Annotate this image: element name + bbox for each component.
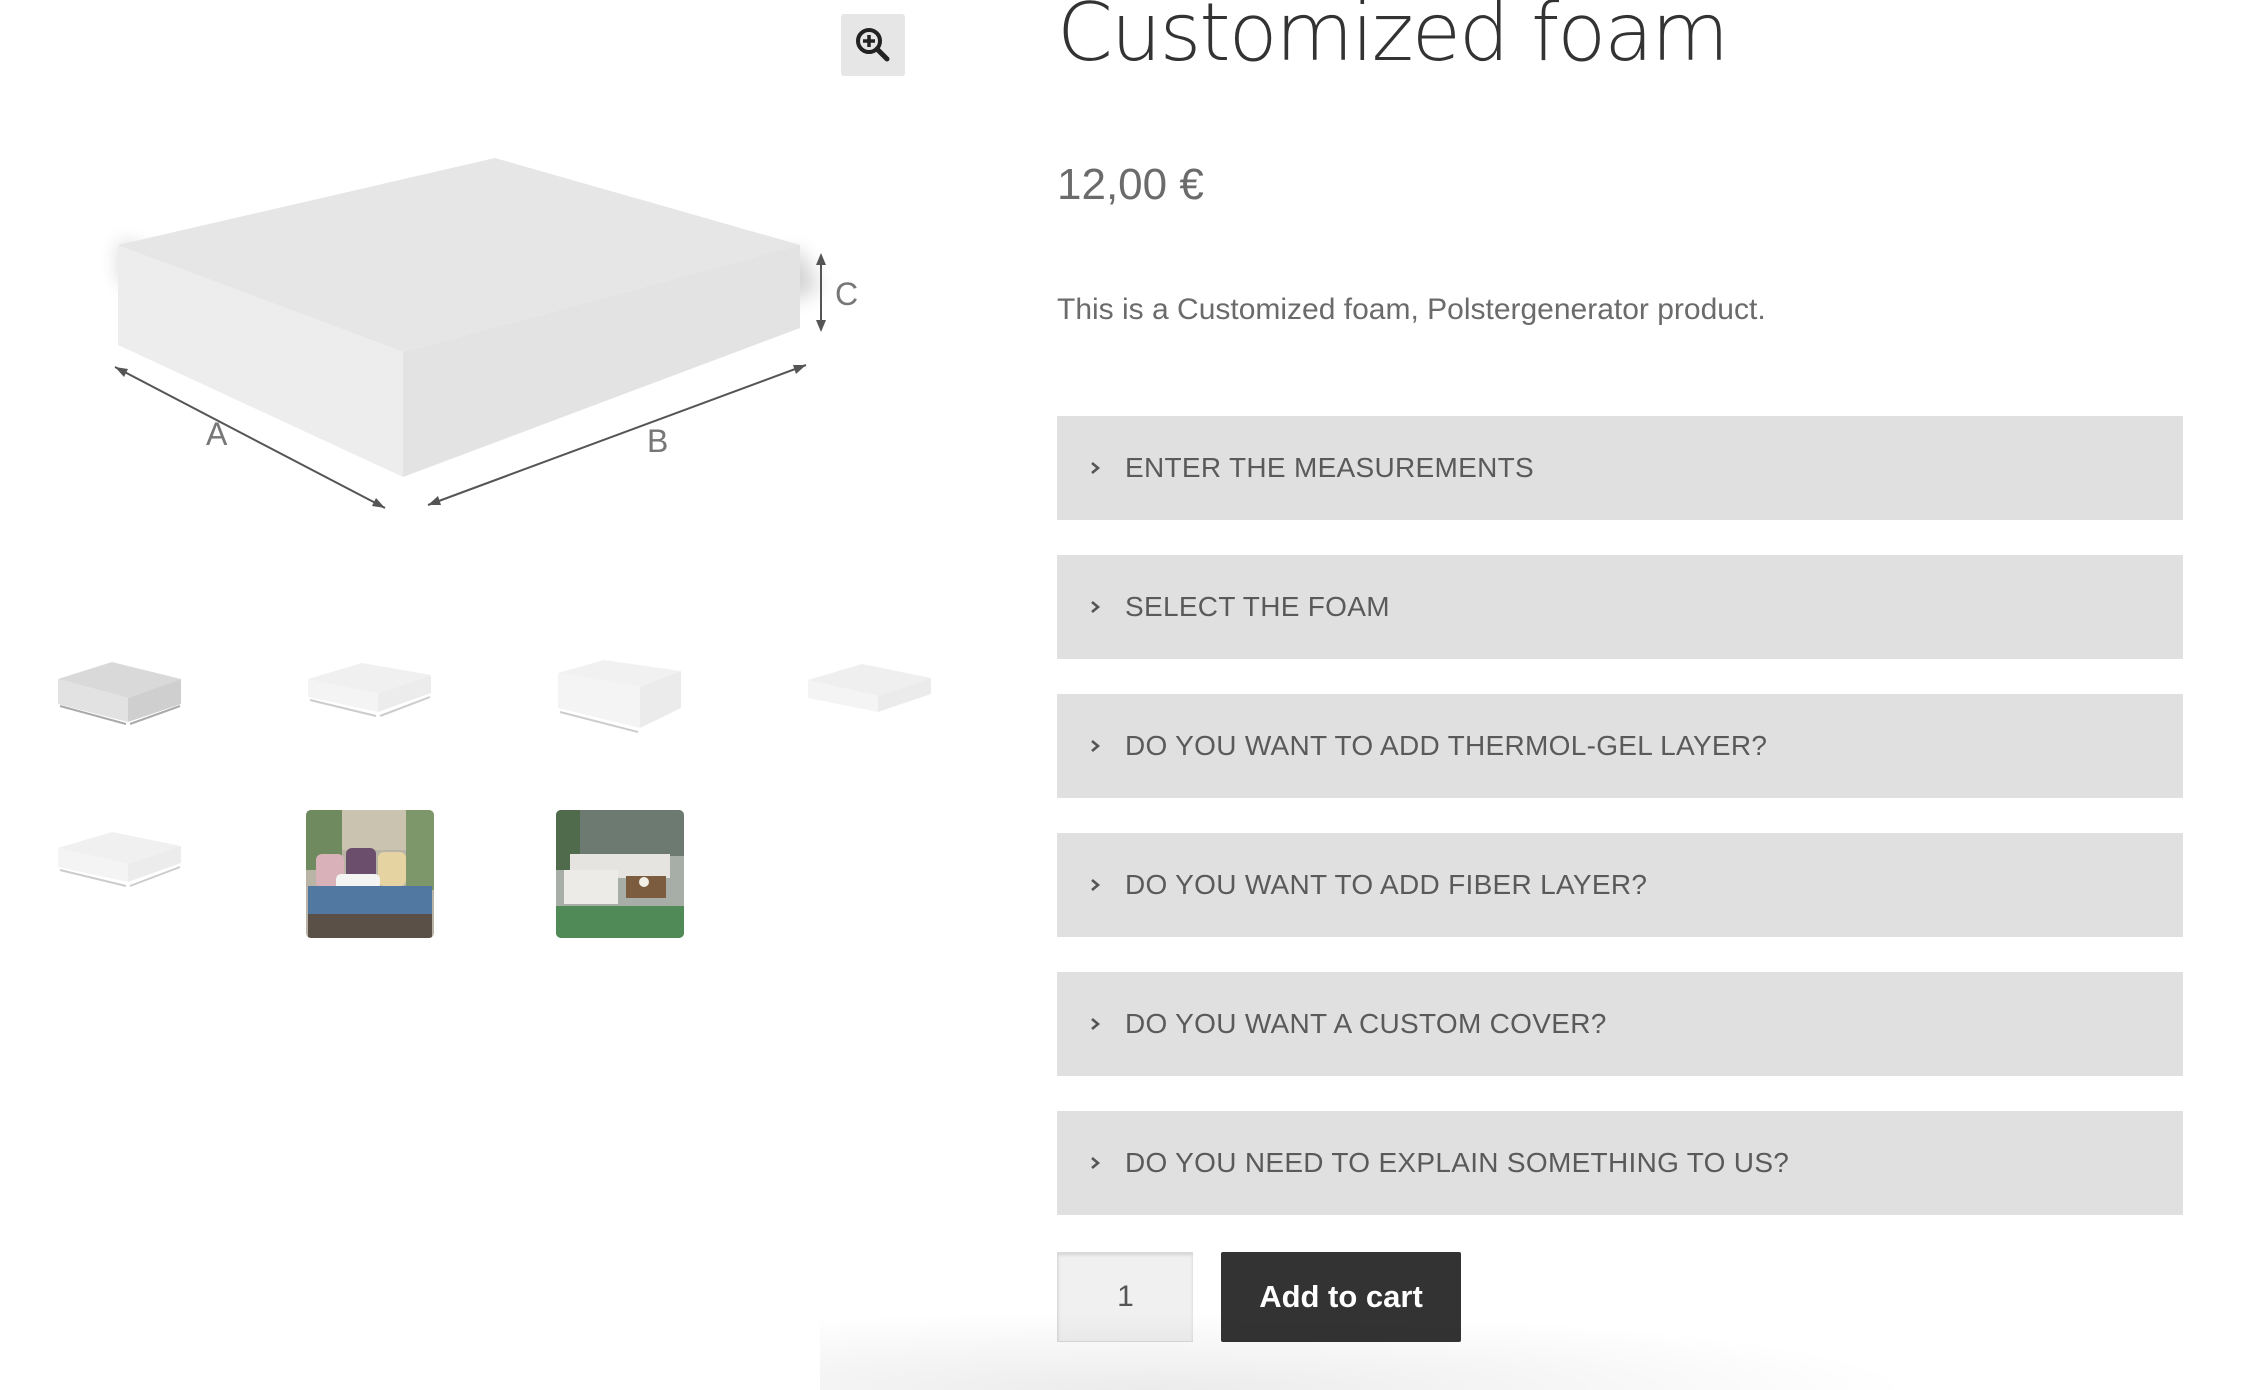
thumbnail-4[interactable] bbox=[806, 642, 934, 770]
thumbnail-1[interactable] bbox=[56, 642, 184, 770]
product-description: This is a Customized foam, Polstergenera… bbox=[1057, 293, 1766, 326]
product-title: Customized foam bbox=[1057, 0, 1729, 79]
accordion-enter-measurements[interactable]: ENTER THE MEASUREMENTS bbox=[1057, 416, 2183, 520]
accordion-custom-cover[interactable]: DO YOU WANT A CUSTOM COVER? bbox=[1057, 972, 2183, 1076]
zoom-button[interactable] bbox=[841, 14, 905, 76]
chevron-right-icon bbox=[1089, 458, 1103, 478]
accordion-label: ENTER THE MEASUREMENTS bbox=[1125, 452, 1535, 483]
chevron-right-icon bbox=[1089, 736, 1103, 756]
dimension-label-c: C bbox=[835, 276, 858, 312]
accordion-thermol-gel-layer[interactable]: DO YOU WANT TO ADD THERMOL-GEL LAYER? bbox=[1057, 694, 2183, 798]
thumbnail-5[interactable] bbox=[56, 810, 184, 938]
thumbnail-7-photo[interactable] bbox=[556, 810, 684, 938]
thumbnail-3[interactable] bbox=[556, 642, 684, 770]
accordion-fiber-layer[interactable]: DO YOU WANT TO ADD FIBER LAYER? bbox=[1057, 833, 2183, 937]
accordion-label: DO YOU WANT A CUSTOM COVER? bbox=[1125, 1008, 1607, 1039]
thumbnail-6-photo[interactable] bbox=[306, 810, 434, 938]
accordion-label: DO YOU WANT TO ADD THERMOL-GEL LAYER? bbox=[1125, 730, 1768, 761]
dimension-label-b: B bbox=[647, 423, 668, 459]
zoom-in-icon bbox=[856, 28, 890, 62]
main-product-image[interactable]: A B C bbox=[40, 120, 920, 540]
chevron-right-icon bbox=[1089, 1153, 1103, 1173]
product-price: 12,00 € bbox=[1057, 160, 1204, 209]
chevron-right-icon bbox=[1089, 875, 1103, 895]
accordion-label: DO YOU NEED TO EXPLAIN SOMETHING TO US? bbox=[1125, 1147, 1790, 1178]
accordion-explain-something[interactable]: DO YOU NEED TO EXPLAIN SOMETHING TO US? bbox=[1057, 1111, 2183, 1215]
thumbnail-2[interactable] bbox=[306, 642, 434, 770]
chevron-right-icon bbox=[1089, 1014, 1103, 1034]
accordion-label: DO YOU WANT TO ADD FIBER LAYER? bbox=[1125, 869, 1648, 900]
accordion-label: SELECT THE FOAM bbox=[1125, 591, 1390, 622]
dimension-label-a: A bbox=[206, 416, 228, 452]
chevron-right-icon bbox=[1089, 597, 1103, 617]
accordion-select-foam[interactable]: SELECT THE FOAM bbox=[1057, 555, 2183, 659]
bottom-shadow bbox=[820, 1310, 1920, 1390]
